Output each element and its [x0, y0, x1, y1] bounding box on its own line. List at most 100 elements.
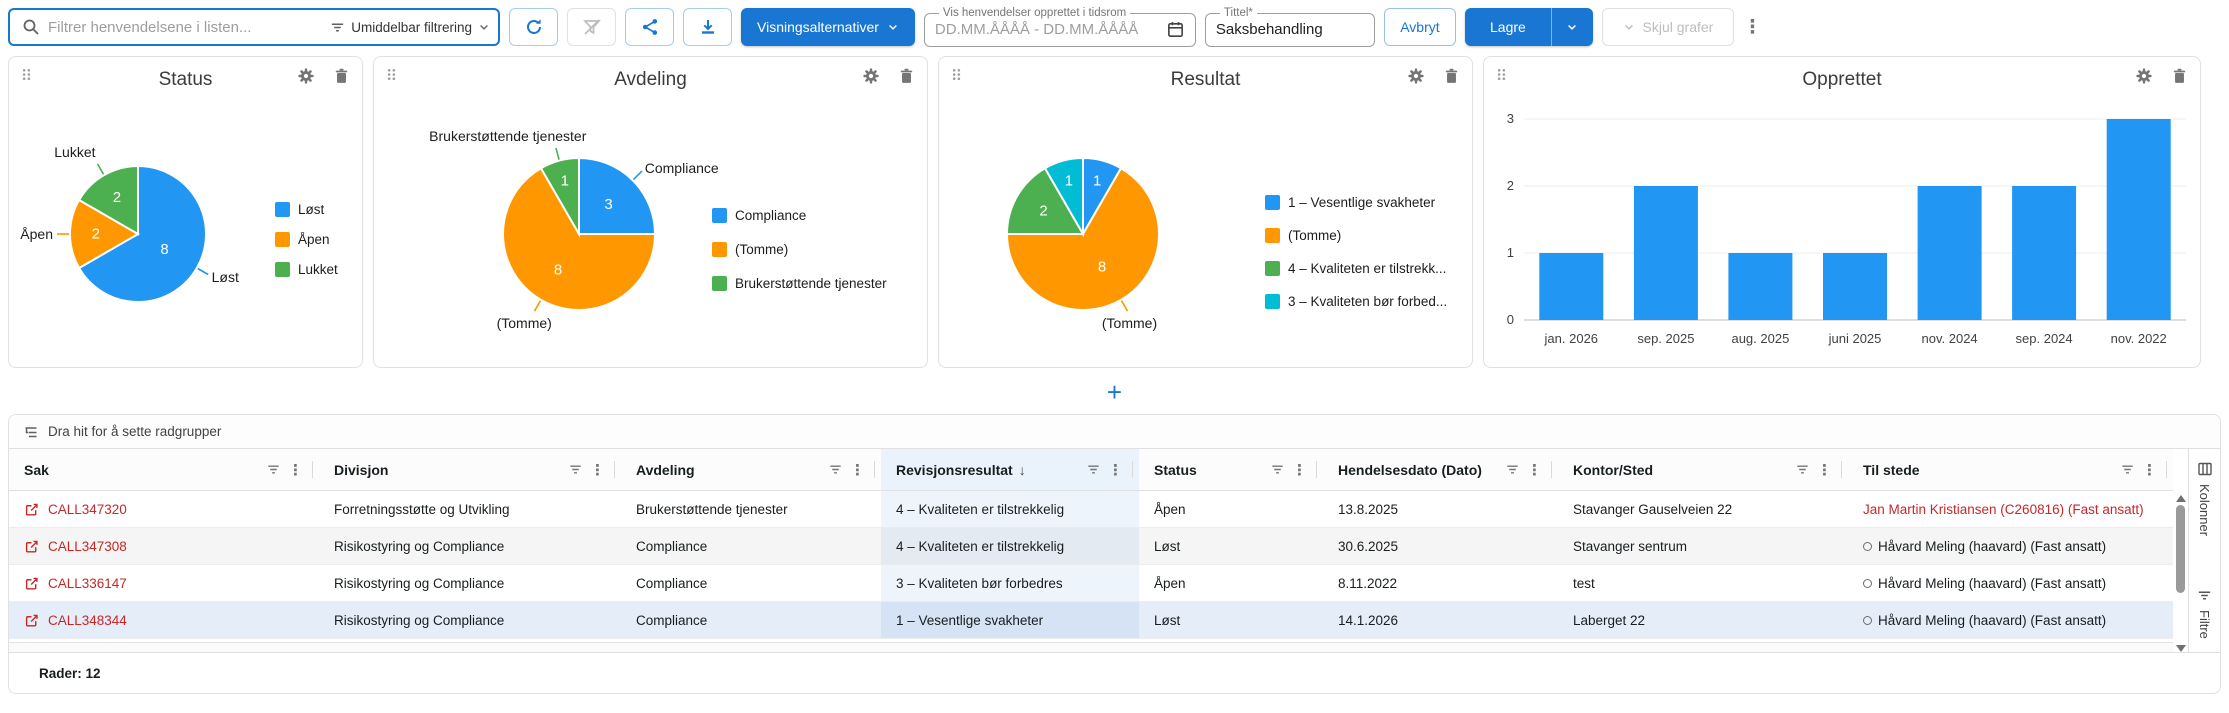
column-filter-icon[interactable] [1086, 462, 1101, 477]
cell-avdeling[interactable]: Compliance [621, 602, 881, 638]
column-filter-icon[interactable] [266, 462, 281, 477]
cell-kontor[interactable]: Stavanger sentrum [1558, 528, 1848, 564]
legend-item[interactable]: 3 – Kvaliteten bør forbed... [1265, 292, 1447, 311]
legend-item[interactable]: (Tomme) [712, 239, 887, 259]
scroll-down-arrow[interactable] [2175, 645, 2186, 652]
cell-tilstede[interactable]: Håvard Meling (haavard) (Fast ansatt) [1848, 565, 2173, 601]
legend-item[interactable]: Lukket [275, 261, 338, 277]
bar-4[interactable] [1917, 186, 1982, 320]
sak-link[interactable]: CALL336147 [24, 576, 127, 591]
column-menu-icon[interactable]: ⋮ [1527, 461, 1542, 479]
column-menu-icon[interactable]: ⋮ [1108, 461, 1123, 479]
tab-kolonner[interactable]: Kolonner [2189, 449, 2220, 548]
cell-divisjon[interactable]: Risikostyring og Compliance [319, 602, 621, 638]
table-row[interactable]: CALL348344 Risikostyring og Compliance Com… [9, 602, 2173, 639]
cell-sak[interactable]: CALL336147 [9, 565, 319, 601]
download-button[interactable] [683, 8, 732, 46]
bar-5[interactable] [2012, 186, 2077, 320]
cell-status[interactable]: Åpen [1139, 565, 1323, 601]
scroll-up-arrow[interactable] [2175, 495, 2186, 502]
bar-2[interactable] [1728, 253, 1793, 320]
bar-6[interactable] [2106, 119, 2171, 320]
column-menu-icon[interactable]: ⋮ [1292, 461, 1307, 479]
search-input[interactable] [48, 18, 323, 36]
column-header-kontor[interactable]: Kontor/Sted ⋮ [1558, 449, 1848, 490]
column-filter-icon[interactable] [828, 462, 843, 477]
cell-resultat[interactable]: 4 – Kvaliteten er tilstrekkelig [881, 491, 1139, 527]
filter-mode-select[interactable]: Umiddelbar filtrering [330, 20, 490, 35]
cell-sak[interactable]: CALL347308 [9, 528, 319, 564]
column-header-status[interactable]: Status ⋮ [1139, 449, 1323, 490]
toolbar-kebab-menu[interactable]: ⋮ [1743, 16, 1762, 39]
column-header-avdeling[interactable]: Avdeling ⋮ [621, 449, 881, 490]
cell-dato[interactable]: 30.6.2025 [1323, 528, 1558, 564]
column-filter-icon[interactable] [1505, 462, 1520, 477]
column-menu-icon[interactable]: ⋮ [1817, 461, 1832, 479]
cell-dato[interactable]: 14.1.2026 [1323, 602, 1558, 638]
horizontal-scrollbar[interactable] [9, 642, 2173, 652]
column-menu-icon[interactable]: ⋮ [288, 461, 303, 479]
visningsalternativer-button[interactable]: Visningsalternativer [741, 8, 915, 46]
legend-item[interactable]: Åpen [275, 231, 338, 247]
legend-item[interactable]: 1 – Vesentlige svakheter [1265, 193, 1447, 212]
column-header-resultat[interactable]: Revisjonsresultat ↓ ⋮ [881, 449, 1139, 490]
add-chart-button[interactable]: + [1097, 377, 1132, 407]
cell-tilstede[interactable]: Håvard Meling (haavard) (Fast ansatt) [1848, 602, 2173, 638]
cell-tilstede[interactable]: Jan Martin Kristiansen (C260816) (Fast a… [1848, 491, 2173, 527]
cell-status[interactable]: Løst [1139, 528, 1323, 564]
cell-kontor[interactable]: test [1558, 565, 1848, 601]
bar-1[interactable] [1633, 186, 1698, 320]
avbryt-button[interactable]: Avbryt [1383, 8, 1456, 46]
legend-item[interactable]: Løst [275, 201, 338, 217]
cell-dato[interactable]: 13.8.2025 [1323, 491, 1558, 527]
cell-kontor[interactable]: Stavanger Gauselveien 22 [1558, 491, 1848, 527]
column-header-divisjon[interactable]: Divisjon ⋮ [319, 449, 621, 490]
refresh-button[interactable] [509, 8, 558, 46]
cell-resultat[interactable]: 4 – Kvaliteten er tilstrekkelig [881, 528, 1139, 564]
legend-item[interactable]: Compliance [712, 205, 887, 225]
table-row[interactable]: CALL347308 Risikostyring og Compliance Com… [9, 528, 2173, 565]
table-row[interactable]: CALL347320 Forretningsstøtte og Utvikling… [9, 491, 2173, 528]
legend-item[interactable]: (Tomme) [1265, 226, 1447, 245]
cell-avdeling[interactable]: Brukerstøttende tjenester [621, 491, 881, 527]
date-range-input[interactable] [934, 21, 1166, 38]
column-filter-icon[interactable] [1270, 462, 1285, 477]
cell-status[interactable]: Løst [1139, 602, 1323, 638]
column-filter-icon[interactable] [1795, 462, 1810, 477]
scrollbar-thumb[interactable] [2176, 505, 2186, 593]
lagre-caret-button[interactable] [1550, 8, 1593, 46]
tittel-input[interactable] [1215, 21, 1364, 38]
cell-divisjon[interactable]: Risikostyring og Compliance [319, 528, 621, 564]
sak-link[interactable]: CALL348344 [24, 613, 127, 628]
bar-0[interactable] [1539, 253, 1604, 320]
column-menu-icon[interactable]: ⋮ [2142, 461, 2157, 479]
cell-avdeling[interactable]: Compliance [621, 565, 881, 601]
skjul-grafer-button[interactable]: Skjul grafer [1601, 8, 1734, 46]
cell-tilstede[interactable]: Håvard Meling (haavard) (Fast ansatt) [1848, 528, 2173, 564]
bar-3[interactable] [1823, 253, 1887, 320]
column-header-dato[interactable]: Hendelsesdato (Dato) ⋮ [1323, 449, 1558, 490]
column-menu-icon[interactable]: ⋮ [590, 461, 605, 479]
row-group-dropzone[interactable]: Dra hit for å sette radgrupper [9, 415, 2220, 449]
column-filter-icon[interactable] [568, 462, 583, 477]
calendar-icon[interactable] [1166, 20, 1185, 39]
column-header-tilstede[interactable]: Til stede ⋮ [1848, 449, 2173, 490]
column-menu-icon[interactable]: ⋮ [850, 461, 865, 479]
cell-avdeling[interactable]: Compliance [621, 528, 881, 564]
column-filter-icon[interactable] [2120, 462, 2135, 477]
cell-divisjon[interactable]: Risikostyring og Compliance [319, 565, 621, 601]
cell-sak[interactable]: CALL347320 [9, 491, 319, 527]
cell-sak[interactable]: CALL348344 [9, 602, 319, 638]
cell-kontor[interactable]: Laberget 22 [1558, 602, 1848, 638]
cell-divisjon[interactable]: Forretningsstøtte og Utvikling [319, 491, 621, 527]
clear-filter-button[interactable] [567, 8, 616, 46]
tab-filtre[interactable]: Filtre [2189, 576, 2220, 651]
cell-resultat[interactable]: 1 – Vesentlige svakheter [881, 602, 1139, 638]
table-row[interactable]: CALL336147 Risikostyring og Compliance Com… [9, 565, 2173, 602]
column-header-sak[interactable]: Sak ⋮ [9, 449, 319, 490]
lagre-button[interactable]: Lagre [1465, 8, 1551, 46]
legend-item[interactable]: Brukerstøttende tjenester [712, 273, 887, 293]
share-button[interactable] [625, 8, 674, 46]
sak-link[interactable]: CALL347320 [24, 502, 127, 517]
cell-dato[interactable]: 8.11.2022 [1323, 565, 1558, 601]
